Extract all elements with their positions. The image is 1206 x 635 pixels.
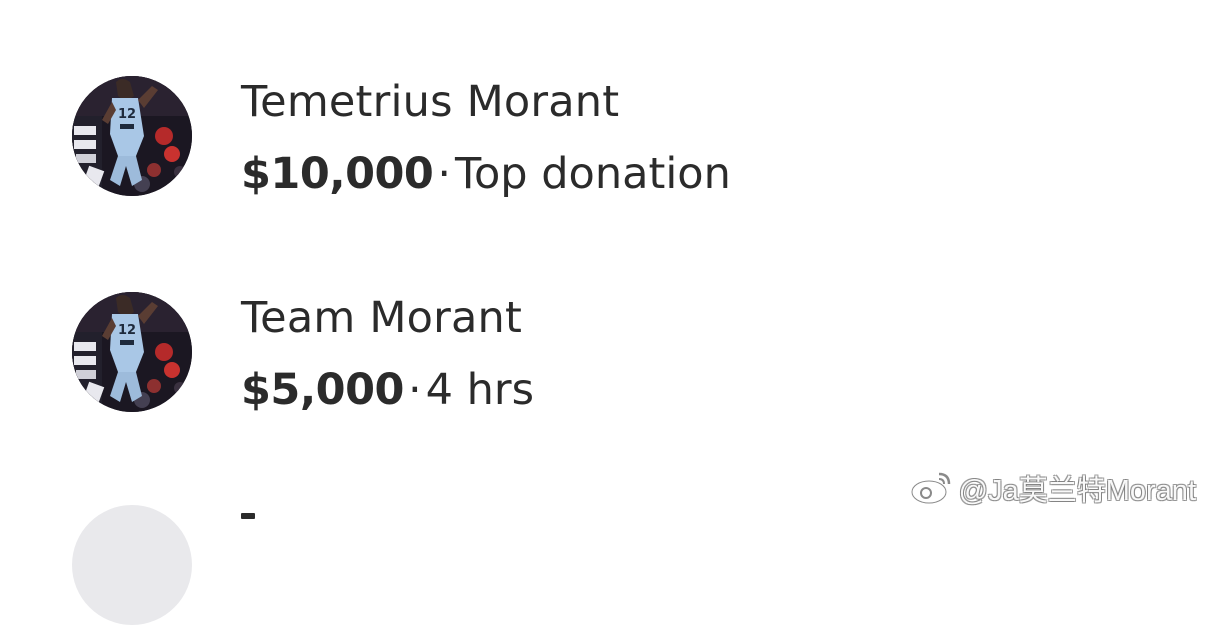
donation-list: 12 Temetrius Morant $10,000·Top donation: [0, 0, 1206, 518]
donation-item[interactable]: 12 Temetrius Morant $10,000·Top donation: [72, 72, 1172, 202]
donor-name: Temetrius Morant: [241, 74, 619, 130]
donation-amount: $5,000: [241, 365, 404, 415]
donor-avatar[interactable]: 12: [72, 76, 192, 196]
weibo-logo-icon: [909, 470, 953, 506]
donor-name-partial: [241, 513, 255, 519]
donor-avatar[interactable]: 12: [72, 292, 192, 412]
donation-detail: Top donation: [455, 149, 731, 199]
svg-text:12: 12: [118, 323, 136, 338]
meta-separator: ·: [433, 149, 455, 199]
watermark: @Ja莫兰特Morant: [909, 468, 1196, 508]
donor-name: Team Morant: [241, 290, 522, 346]
watermark-text: @Ja莫兰特Morant: [959, 467, 1196, 509]
donation-amount: $10,000: [241, 149, 433, 199]
meta-separator: ·: [404, 365, 426, 415]
donation-item-partial[interactable]: [72, 505, 1172, 635]
donation-meta: $10,000·Top donation: [241, 146, 731, 202]
svg-text:12: 12: [118, 107, 136, 122]
player-photo-avatar-icon: 12: [72, 76, 192, 196]
player-photo-avatar-icon: 12: [72, 292, 192, 412]
donation-item[interactable]: 12 Team Morant $5,000·4 hrs: [72, 288, 1172, 418]
donation-meta: $5,000·4 hrs: [241, 362, 534, 418]
donor-avatar-placeholder[interactable]: [72, 505, 192, 625]
donation-detail: 4 hrs: [426, 365, 534, 415]
